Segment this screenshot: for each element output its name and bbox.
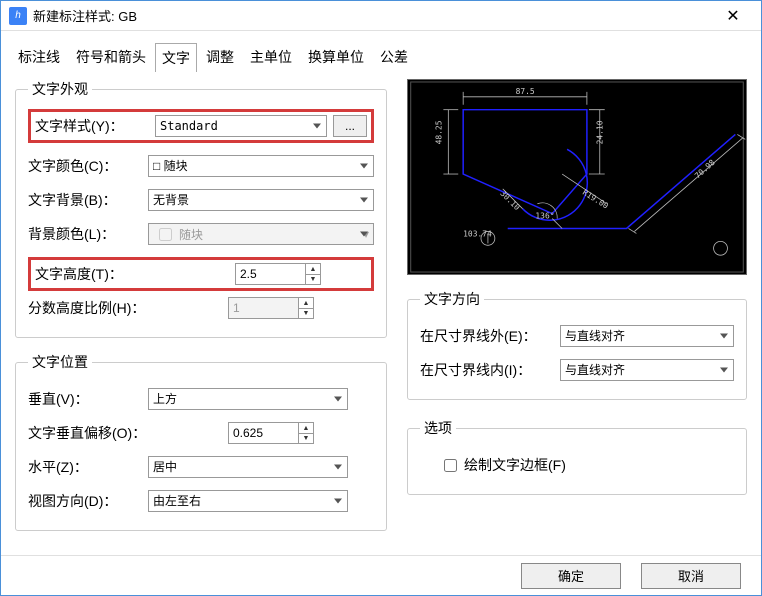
group-text-position: 文字位置 垂直(V)： 上方 文字垂直偏移(O)： ▲▼ [15, 352, 387, 531]
tab-alt[interactable]: 换算单位 [301, 42, 371, 71]
spin-down-icon: ▼ [299, 309, 313, 319]
label-inside: 在尺寸界线内(I)： [420, 360, 560, 380]
tab-bar: 标注线 符号和箭头 文字 调整 主单位 换算单位 公差 [11, 43, 761, 71]
tab-fit[interactable]: 调整 [199, 42, 241, 71]
label-outside: 在尺寸界线外(E)： [420, 326, 560, 346]
input-text-height[interactable] [235, 263, 305, 285]
label-offset: 文字垂直偏移(O)： [28, 423, 228, 443]
window-title: 新建标注样式: GB [33, 6, 713, 25]
tab-primary[interactable]: 主单位 [243, 42, 299, 71]
svg-text:24.10: 24.10 [596, 121, 605, 145]
input-frac-height [228, 297, 298, 319]
spinner-offset[interactable]: ▲▼ [228, 422, 314, 444]
svg-text:103.74: 103.74 [463, 230, 492, 239]
legend-options: 选项 [420, 418, 456, 438]
select-vertical[interactable]: 上方 [148, 388, 348, 410]
tab-line[interactable]: 标注线 [11, 42, 67, 71]
legend-appearance: 文字外观 [28, 79, 92, 99]
label-bg-color: 背景颜色(L)： [28, 224, 148, 244]
dialog-window: h 新建标注样式: GB ✕ 标注线 符号和箭头 文字 调整 主单位 换算单位 … [0, 0, 762, 596]
tab-symbols[interactable]: 符号和箭头 [69, 42, 153, 71]
input-offset[interactable] [228, 422, 298, 444]
tab-text[interactable]: 文字 [155, 43, 197, 72]
select-text-color[interactable]: □ 随块 [148, 155, 374, 177]
select-bg-color: 随块 ▾ [148, 223, 374, 245]
app-icon: h [9, 7, 27, 25]
svg-text:87.5: 87.5 [516, 87, 535, 96]
svg-text:48.25: 48.25 [434, 121, 443, 145]
check-draw-frame[interactable] [444, 459, 457, 472]
spin-down-icon[interactable]: ▼ [299, 434, 313, 444]
label-frac-height: 分数高度比例(H)： [28, 298, 228, 318]
spin-up-icon: ▲ [299, 298, 313, 309]
tab-tol[interactable]: 公差 [373, 42, 415, 71]
select-dir-inside[interactable]: 与直线对齐 [560, 359, 734, 381]
group-options: 选项 绘制文字边框(F) [407, 418, 747, 495]
select-viewdir[interactable]: 由左至右 [148, 490, 348, 512]
select-text-style[interactable]: Standard [155, 115, 327, 137]
legend-direction: 文字方向 [420, 289, 484, 309]
group-text-direction: 文字方向 在尺寸界线外(E)： 与直线对齐 在尺寸界线内(I)： 与直线对齐 [407, 289, 747, 400]
legend-position: 文字位置 [28, 352, 92, 372]
label-text-bg: 文字背景(B)： [28, 190, 148, 210]
spin-up-icon[interactable]: ▲ [306, 264, 320, 275]
label-text-style: 文字样式(Y)： [35, 116, 155, 136]
svg-text:136°: 136° [535, 212, 554, 221]
select-text-bg[interactable]: 无背景 [148, 189, 374, 211]
titlebar: h 新建标注样式: GB ✕ [1, 1, 761, 31]
spin-up-icon[interactable]: ▲ [299, 423, 313, 434]
spinner-text-height[interactable]: ▲▼ [235, 263, 321, 285]
dialog-footer: 确定 取消 [1, 555, 761, 595]
cancel-button[interactable]: 取消 [641, 563, 741, 589]
spin-down-icon[interactable]: ▼ [306, 275, 320, 285]
label-draw-frame: 绘制文字边框(F) [464, 455, 566, 475]
label-text-color: 文字颜色(C)： [28, 156, 148, 176]
select-horizontal[interactable]: 居中 [148, 456, 348, 478]
label-text-height: 文字高度(T)： [35, 264, 235, 284]
check-bg-color [159, 228, 172, 241]
label-viewdir: 视图方向(D)： [28, 491, 148, 511]
label-vertical: 垂直(V)： [28, 389, 148, 409]
label-horizontal: 水平(Z)： [28, 457, 148, 477]
preview-canvas: 87.5 48.25 24.10 R19.00 30.10 136° 103.7… [407, 79, 747, 275]
select-dir-outside[interactable]: 与直线对齐 [560, 325, 734, 347]
button-text-style-browse[interactable]: ... [333, 115, 367, 137]
group-text-appearance: 文字外观 文字样式(Y)： Standard ... 文字颜色(C)： □ 随块 [15, 79, 387, 338]
ok-button[interactable]: 确定 [521, 563, 621, 589]
close-icon[interactable]: ✕ [713, 6, 753, 26]
spinner-frac-height: ▲▼ [228, 297, 314, 319]
